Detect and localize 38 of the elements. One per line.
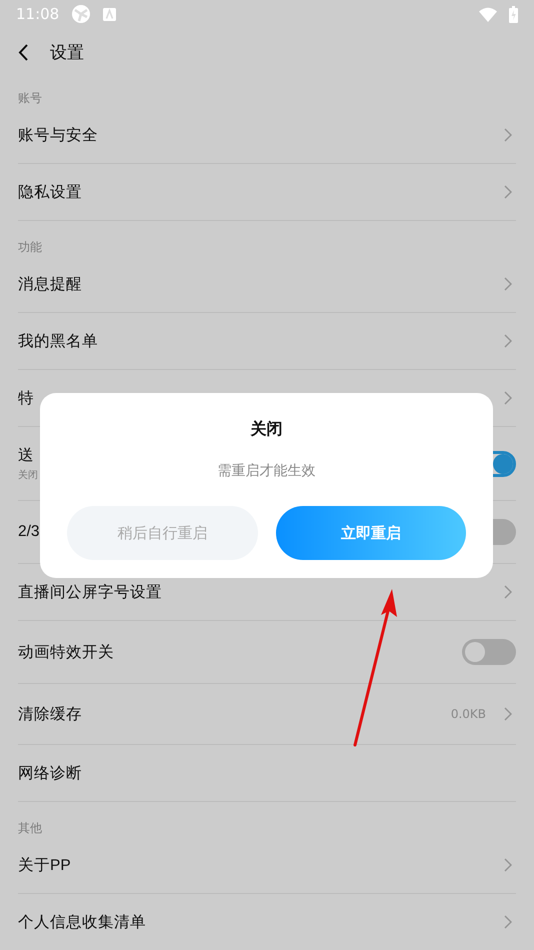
setting-label: 特 [18, 388, 34, 408]
chevron-icon [504, 277, 512, 291]
setting-label: 关于PP [18, 856, 71, 876]
chevron-icon [504, 128, 512, 142]
setting-label: 我的黑名单 [18, 332, 98, 352]
notification-icon [103, 8, 116, 20]
cache-size: 0.0KB [450, 707, 486, 721]
setting-label: 隐私设置 [18, 182, 82, 202]
chevron-icon [504, 585, 512, 599]
setting-label: 送 [18, 446, 34, 466]
chevron-icon [504, 707, 512, 721]
setting-label: 网络诊断 [18, 764, 82, 784]
dialog-title: 关闭 [250, 419, 282, 440]
chevron-icon [504, 334, 512, 348]
chevron-icon [504, 391, 512, 405]
toggle-switch[interactable] [462, 639, 516, 665]
back-icon[interactable] [18, 44, 28, 60]
wifi-icon [479, 6, 497, 22]
setting-subtitle: 关闭 [18, 468, 38, 482]
page-title: 设置 [50, 42, 84, 64]
setting-label: 个人信息收集清单 [18, 912, 146, 932]
setting-label: 2/3 [18, 523, 40, 541]
app-status-icon [71, 4, 92, 24]
setting-label: 直播间公屏字号设置 [18, 582, 162, 602]
battery-icon [509, 6, 518, 22]
setting-label: 动画特效开关 [18, 642, 114, 662]
section-header: 账号 [18, 91, 42, 105]
section-header: 其他 [18, 821, 42, 835]
setting-label: 消息提醒 [18, 274, 82, 294]
section-header: 功能 [18, 240, 42, 254]
setting-label: 账号与安全 [18, 126, 98, 146]
restart-later-button[interactable]: 稍后自行重启 [67, 506, 258, 560]
chevron-icon [504, 185, 512, 199]
chevron-icon [504, 915, 512, 929]
chevron-icon [504, 858, 512, 872]
dialog-message: 需重启才能生效 [218, 462, 316, 480]
setting-label: 清除缓存 [18, 704, 82, 724]
restart-now-button[interactable]: 立即重启 [276, 506, 466, 560]
